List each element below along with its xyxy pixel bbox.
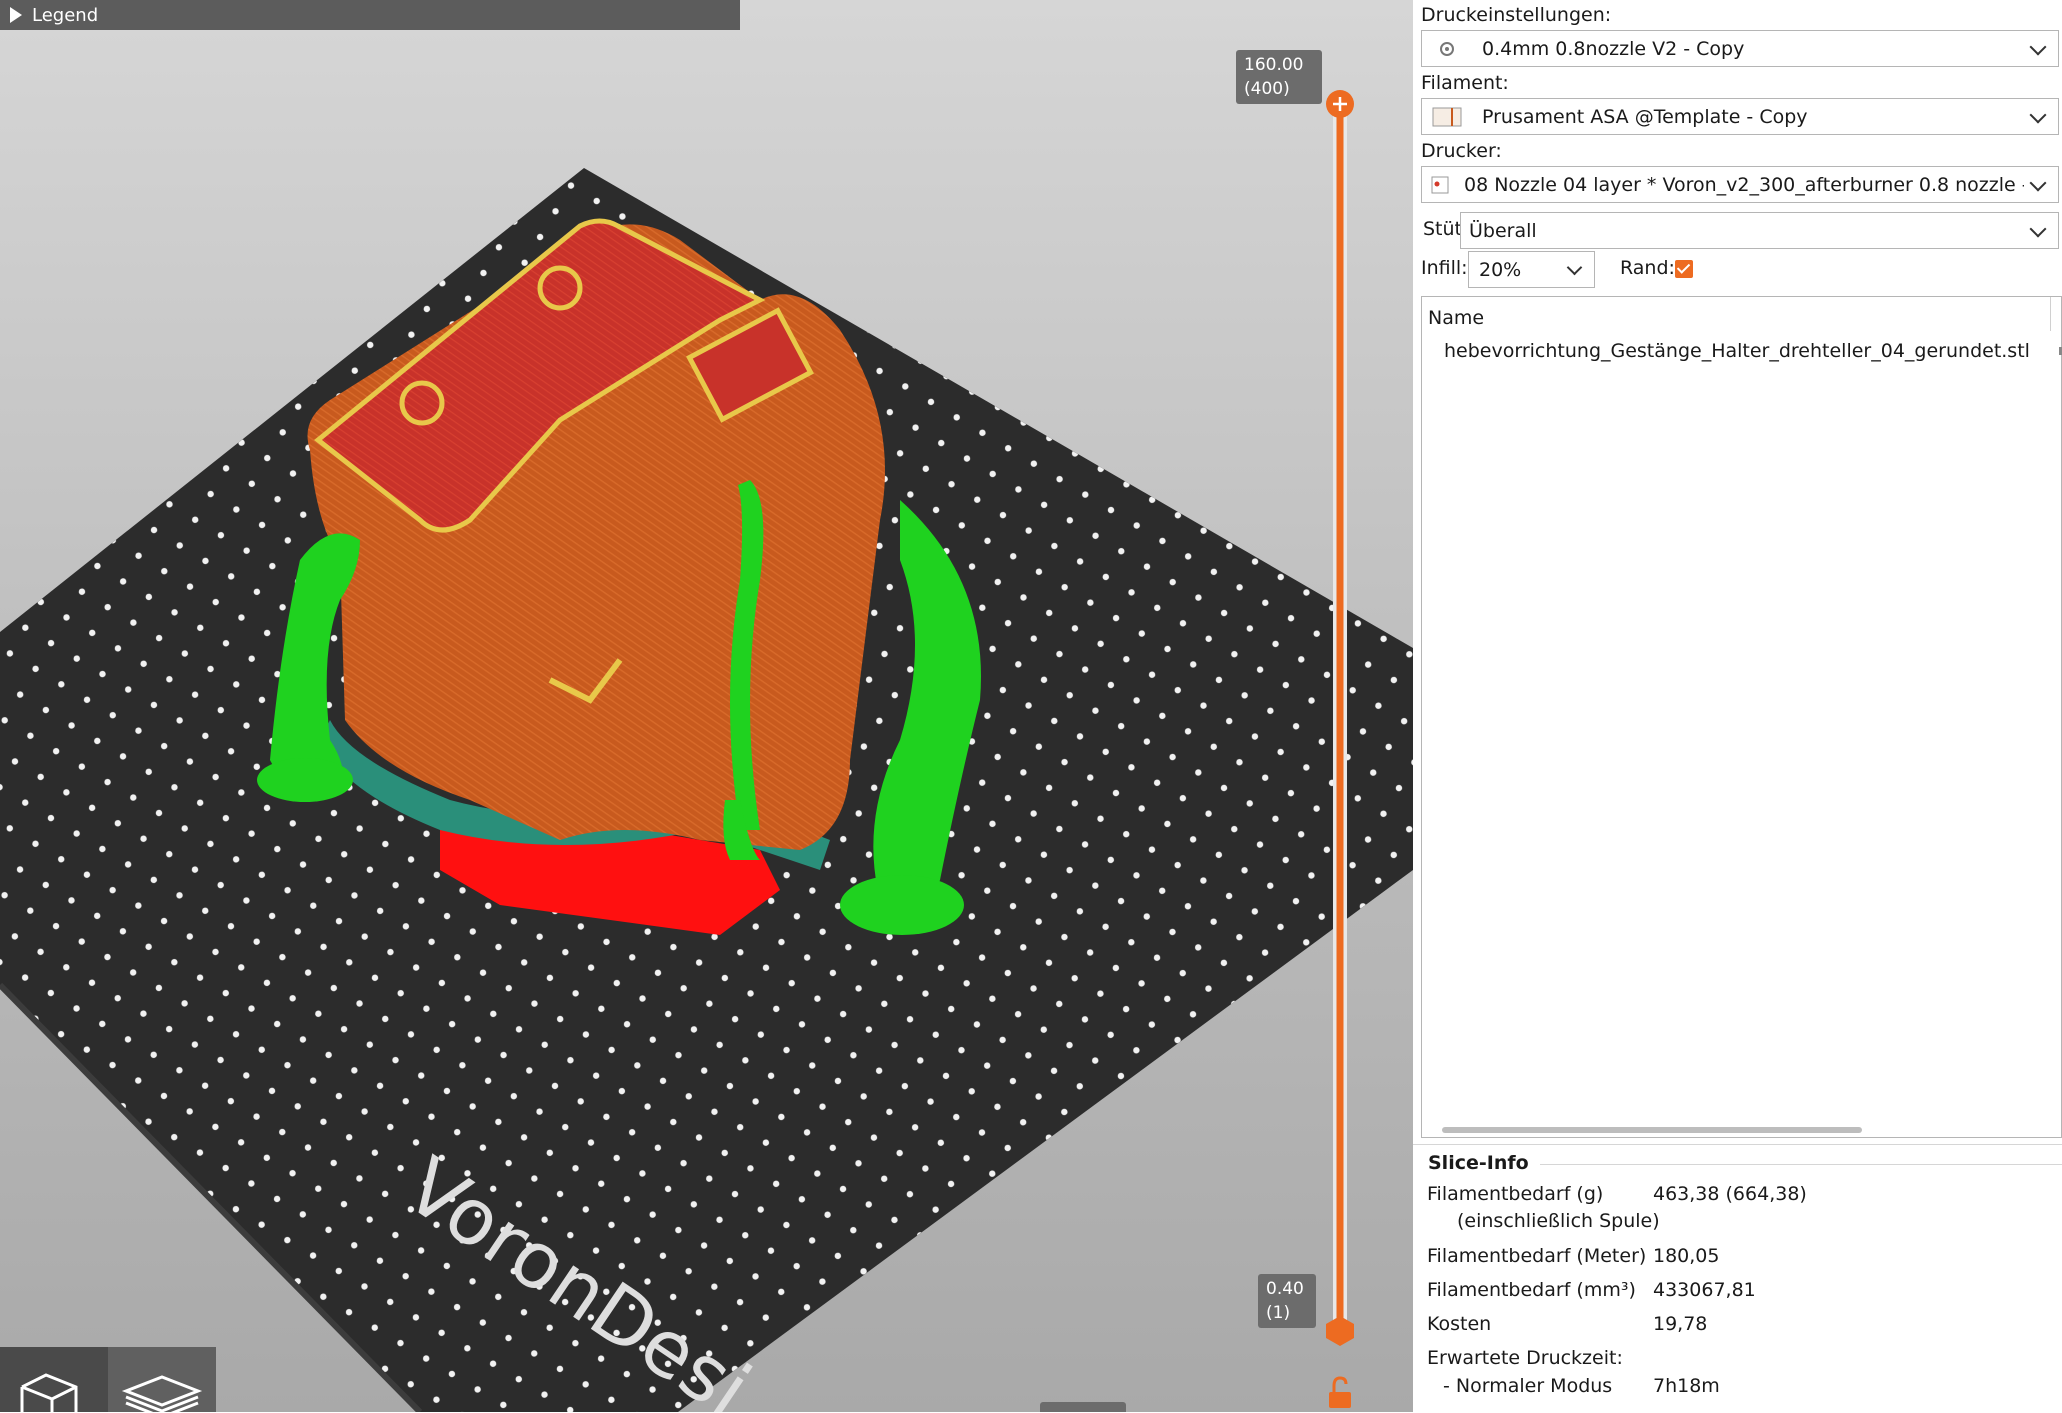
slice-info-panel: Slice-Info Filamentbedarf (g) 463,38 (66… <box>1413 1144 2062 1413</box>
slice-info-value: 7h18m <box>1653 1375 1720 1397</box>
3d-view-button[interactable] <box>0 1347 108 1412</box>
filament-label: Filament: <box>1421 72 1509 94</box>
filament-value: Prusament ASA @Template - Copy <box>1482 105 1808 128</box>
bottom-toolbar-stub <box>1040 1402 1126 1412</box>
print-settings-dropdown[interactable]: 0.4mm 0.8nozzle V2 - Copy <box>1421 30 2059 67</box>
slice-info-divider <box>1540 1164 2062 1165</box>
view-mode-switch <box>0 1347 216 1412</box>
chevron-down-icon <box>2029 38 2047 56</box>
object-list-item[interactable]: hebevorrichtung_Gestänge_Halter_drehtell… <box>1444 340 2030 362</box>
bottom-layer-value: (1) <box>1266 1303 1291 1323</box>
filament-spool-icon <box>1432 105 1462 129</box>
supports-value: Überall <box>1469 219 1537 242</box>
gear-icon <box>1432 37 1462 61</box>
object-list: Name hebevorrichtung_Gestänge_Halter_dre… <box>1421 296 2062 1138</box>
printer-label: Drucker: <box>1421 140 1502 162</box>
printer-dropdown[interactable]: 08 Nozzle 04 layer * Voron_v2_300_afterb… <box>1421 166 2059 203</box>
slider-top-value: 160.00 (400) <box>1236 50 1322 104</box>
top-layer-value: (400) <box>1244 79 1290 99</box>
slice-info-label: Filamentbedarf (g) <box>1427 1183 1604 1205</box>
slice-info-value: 463,38 (664,38) <box>1653 1183 1807 1205</box>
print-settings-value: 0.4mm 0.8nozzle V2 - Copy <box>1482 37 1745 60</box>
bottom-height-value: 0.40 <box>1266 1279 1304 1299</box>
slider-top-handle[interactable] <box>1326 90 1354 118</box>
slice-info-label: Erwartete Druckzeit: <box>1427 1347 1623 1369</box>
slice-info-value: 19,78 <box>1653 1313 1708 1335</box>
supports-dropdown[interactable]: Überall <box>1460 212 2059 249</box>
brim-label: Rand: <box>1620 257 1675 279</box>
chevron-down-icon <box>2029 106 2047 124</box>
lock-icon[interactable] <box>1329 1376 1351 1408</box>
slice-info-label: (einschließlich Spule) <box>1457 1210 1660 1232</box>
settings-panel: Druckeinstellungen: 0.4mm 0.8nozzle V2 -… <box>1413 0 2062 1413</box>
slice-info-value: 180,05 <box>1653 1245 1720 1267</box>
printer-value: 08 Nozzle 04 layer * Voron_v2_300_afterb… <box>1464 173 2024 196</box>
slider-bottom-handle[interactable] <box>1326 1316 1354 1346</box>
expand-arrow-icon <box>10 7 22 23</box>
slice-info-label: Kosten <box>1427 1313 1492 1335</box>
infill-label: Infill: <box>1421 257 1468 279</box>
slice-info-label: Filamentbedarf (Meter) <box>1427 1245 1647 1267</box>
chevron-down-icon <box>2029 174 2047 192</box>
chevron-down-icon <box>1566 259 1583 276</box>
print-settings-label: Druckeinstellungen: <box>1421 4 1612 26</box>
layer-view-button[interactable] <box>108 1347 216 1412</box>
slice-info-value: 433067,81 <box>1653 1279 1756 1301</box>
name-column-header: Name <box>1428 307 1485 329</box>
slice-info-label: - Normaler Modus <box>1443 1375 1613 1397</box>
chevron-down-icon <box>2029 220 2047 238</box>
layers-icon <box>121 1375 203 1412</box>
top-height-value: 160.00 <box>1244 55 1304 75</box>
infill-value: 20% <box>1479 258 1522 281</box>
cube-icon <box>20 1373 78 1412</box>
brim-checkbox[interactable] <box>1675 260 1693 278</box>
legend-toggle[interactable]: Legend <box>0 0 740 30</box>
column-separator <box>2050 297 2051 331</box>
slice-info-title: Slice-Info <box>1428 1152 1529 1174</box>
3d-viewport[interactable]: VoronDesi Legend 160.00 (400) 0.40 (1) <box>0 0 1413 1412</box>
infill-dropdown[interactable]: 20% <box>1468 251 1595 288</box>
print-bed-scene: VoronDesi <box>0 168 1413 1412</box>
horizontal-scrollbar[interactable] <box>1442 1127 1862 1133</box>
legend-label: Legend <box>32 4 99 26</box>
slice-info-label: Filamentbedarf (mm³) <box>1427 1279 1636 1301</box>
slider-bottom-value: 0.40 (1) <box>1258 1274 1316 1328</box>
printer-icon <box>1430 173 1450 197</box>
object-list-header[interactable]: Name <box>1422 297 2061 337</box>
filament-dropdown[interactable]: Prusament ASA @Template - Copy <box>1421 98 2059 135</box>
layer-slider[interactable] <box>1316 80 1364 1412</box>
